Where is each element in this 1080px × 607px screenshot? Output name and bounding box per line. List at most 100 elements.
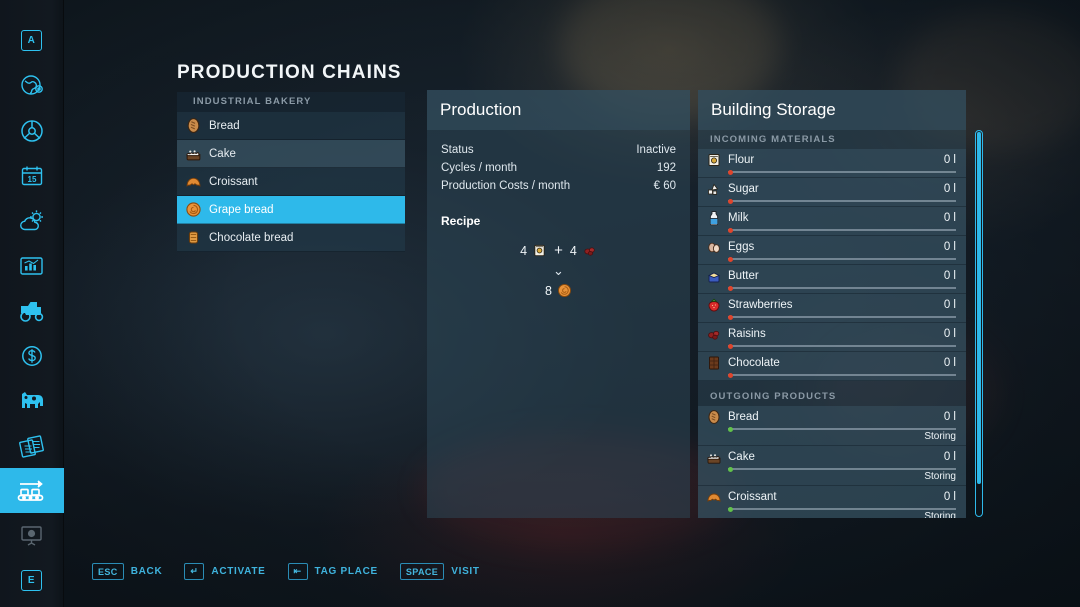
level-dot bbox=[728, 427, 733, 432]
storage-item-label: Strawberries bbox=[728, 299, 938, 311]
stat-row-costs: Production Costs / month € 60 bbox=[441, 180, 676, 192]
level-dot bbox=[728, 344, 733, 349]
sidebar-item-calendar[interactable]: 15 bbox=[0, 153, 64, 198]
sidebar-item-statistics[interactable] bbox=[0, 243, 64, 288]
chain-item-cake[interactable]: Cake bbox=[177, 140, 405, 168]
level-dot bbox=[728, 170, 733, 175]
stat-value: Inactive bbox=[636, 144, 676, 156]
hint-label: BACK bbox=[131, 566, 163, 577]
sidebar-item-weather[interactable] bbox=[0, 198, 64, 243]
fill-bar bbox=[728, 345, 956, 347]
storage-item-amount: 0 l bbox=[944, 183, 956, 195]
chains-list-header: INDUSTRIAL BAKERY bbox=[177, 92, 405, 112]
storage-item-amount: 0 l bbox=[944, 241, 956, 253]
sidebar-item-contracts[interactable] bbox=[0, 423, 64, 468]
storage-scrollbar[interactable] bbox=[975, 130, 983, 517]
key-enter-icon: ↵ bbox=[184, 563, 204, 580]
building-storage-panel: Building Storage INCOMING MATERIALS Flou… bbox=[698, 90, 966, 518]
sidebar-item-production[interactable] bbox=[0, 468, 64, 513]
sidebar-item-key-e[interactable]: E bbox=[0, 558, 64, 603]
storage-row-croissant[interactable]: Croissant 0 l Storing bbox=[698, 486, 966, 518]
fill-bar bbox=[728, 200, 956, 202]
storage-item-status: Storing bbox=[706, 431, 956, 442]
storage-row-cake[interactable]: Cake 0 l Storing bbox=[698, 446, 966, 486]
raisins-icon bbox=[582, 243, 597, 258]
scrollbar-thumb[interactable] bbox=[977, 132, 981, 484]
milk-icon bbox=[706, 210, 722, 226]
production-chain-icon bbox=[15, 477, 49, 505]
chain-item-chocolate-bread[interactable]: Chocolate bread bbox=[177, 224, 405, 252]
storage-item-amount: 0 l bbox=[944, 357, 956, 369]
stat-row-cycles: Cycles / month 192 bbox=[441, 162, 676, 174]
croissant-icon bbox=[185, 173, 202, 190]
chain-item-croissant[interactable]: Croissant bbox=[177, 168, 405, 196]
storage-row-eggs[interactable]: Eggs 0 l bbox=[698, 236, 966, 265]
storage-row-bread[interactable]: Bread 0 l Storing bbox=[698, 406, 966, 446]
stat-value: 192 bbox=[657, 162, 676, 174]
chain-item-label: Croissant bbox=[209, 176, 258, 188]
chain-item-grape-bread[interactable]: Grape bread bbox=[177, 196, 405, 224]
storage-row-flour[interactable]: Flour 0 l bbox=[698, 149, 966, 178]
storage-row-milk[interactable]: Milk 0 l bbox=[698, 207, 966, 236]
chain-item-label: Grape bread bbox=[209, 204, 274, 216]
weather-icon bbox=[18, 208, 46, 234]
fill-bar bbox=[728, 508, 956, 510]
storage-row-sugar[interactable]: Sugar 0 l bbox=[698, 178, 966, 207]
recipe-title: Recipe bbox=[441, 214, 676, 228]
globe-icon bbox=[19, 73, 45, 99]
sidebar-item-vehicles[interactable] bbox=[0, 108, 64, 153]
storage-item-amount: 0 l bbox=[944, 154, 956, 166]
hint-back[interactable]: ESC BACK bbox=[92, 563, 162, 580]
sidebar-item-machines[interactable] bbox=[0, 288, 64, 333]
fill-bar bbox=[728, 229, 956, 231]
sidebar-item-map[interactable] bbox=[0, 63, 64, 108]
storage-row-strawberries[interactable]: Strawberries 0 l bbox=[698, 294, 966, 323]
recipe-outputs: 8 bbox=[441, 283, 676, 298]
storage-item-label: Milk bbox=[728, 212, 938, 224]
stat-value: € 60 bbox=[654, 180, 676, 192]
storage-item-status: Storing bbox=[706, 471, 956, 482]
storage-item-amount: 0 l bbox=[944, 212, 956, 224]
sidebar-item-key-a[interactable]: A bbox=[0, 18, 64, 63]
bread-icon bbox=[185, 117, 202, 134]
cake-icon bbox=[185, 145, 202, 162]
storage-item-label: Butter bbox=[728, 270, 938, 282]
hint-activate[interactable]: ↵ ACTIVATE bbox=[184, 563, 265, 580]
storage-item-amount: 0 l bbox=[944, 270, 956, 282]
storage-item-label: Chocolate bbox=[728, 357, 938, 369]
storage-item-label: Sugar bbox=[728, 183, 938, 195]
storage-row-chocolate[interactable]: Chocolate 0 l bbox=[698, 352, 966, 381]
storage-item-amount: 0 l bbox=[944, 328, 956, 340]
level-dot bbox=[728, 467, 733, 472]
storage-row-raisins[interactable]: Raisins 0 l bbox=[698, 323, 966, 352]
chain-item-bread[interactable]: Bread bbox=[177, 112, 405, 140]
level-dot bbox=[728, 286, 733, 291]
left-sidebar: A 15 bbox=[0, 0, 64, 607]
grape-bread-icon bbox=[185, 201, 202, 218]
storage-item-status: Storing bbox=[706, 511, 956, 518]
flour-icon bbox=[532, 243, 547, 258]
page-title: PRODUCTION CHAINS bbox=[177, 62, 402, 84]
level-dot bbox=[728, 228, 733, 233]
tractor-icon bbox=[17, 299, 47, 323]
svg-text:15: 15 bbox=[27, 175, 36, 184]
hint-label: TAG PLACE bbox=[315, 566, 378, 577]
level-dot bbox=[728, 257, 733, 262]
sidebar-item-animals[interactable] bbox=[0, 378, 64, 423]
sidebar-item-tutorial[interactable] bbox=[0, 513, 64, 558]
storage-row-butter[interactable]: Butter 0 l bbox=[698, 265, 966, 294]
key-a-icon: A bbox=[21, 30, 42, 51]
butter-icon bbox=[706, 268, 722, 284]
incoming-materials-header: INCOMING MATERIALS bbox=[698, 130, 966, 149]
stat-label: Cycles / month bbox=[441, 162, 517, 174]
storage-item-amount: 0 l bbox=[944, 451, 956, 463]
hint-tag-place[interactable]: ⇤ TAG PLACE bbox=[288, 563, 378, 580]
production-panel-title: Production bbox=[427, 90, 690, 130]
fill-bar bbox=[728, 468, 956, 470]
sidebar-item-finances[interactable] bbox=[0, 333, 64, 378]
steering-wheel-icon bbox=[18, 117, 46, 145]
hint-visit[interactable]: SPACE VISIT bbox=[400, 563, 480, 580]
recipe-diagram: 4 + 4 ⌄ 8 bbox=[441, 242, 676, 298]
game-menu-screen: A 15 bbox=[0, 0, 1080, 607]
outgoing-products-header: OUTGOING PRODUCTS bbox=[698, 387, 966, 406]
